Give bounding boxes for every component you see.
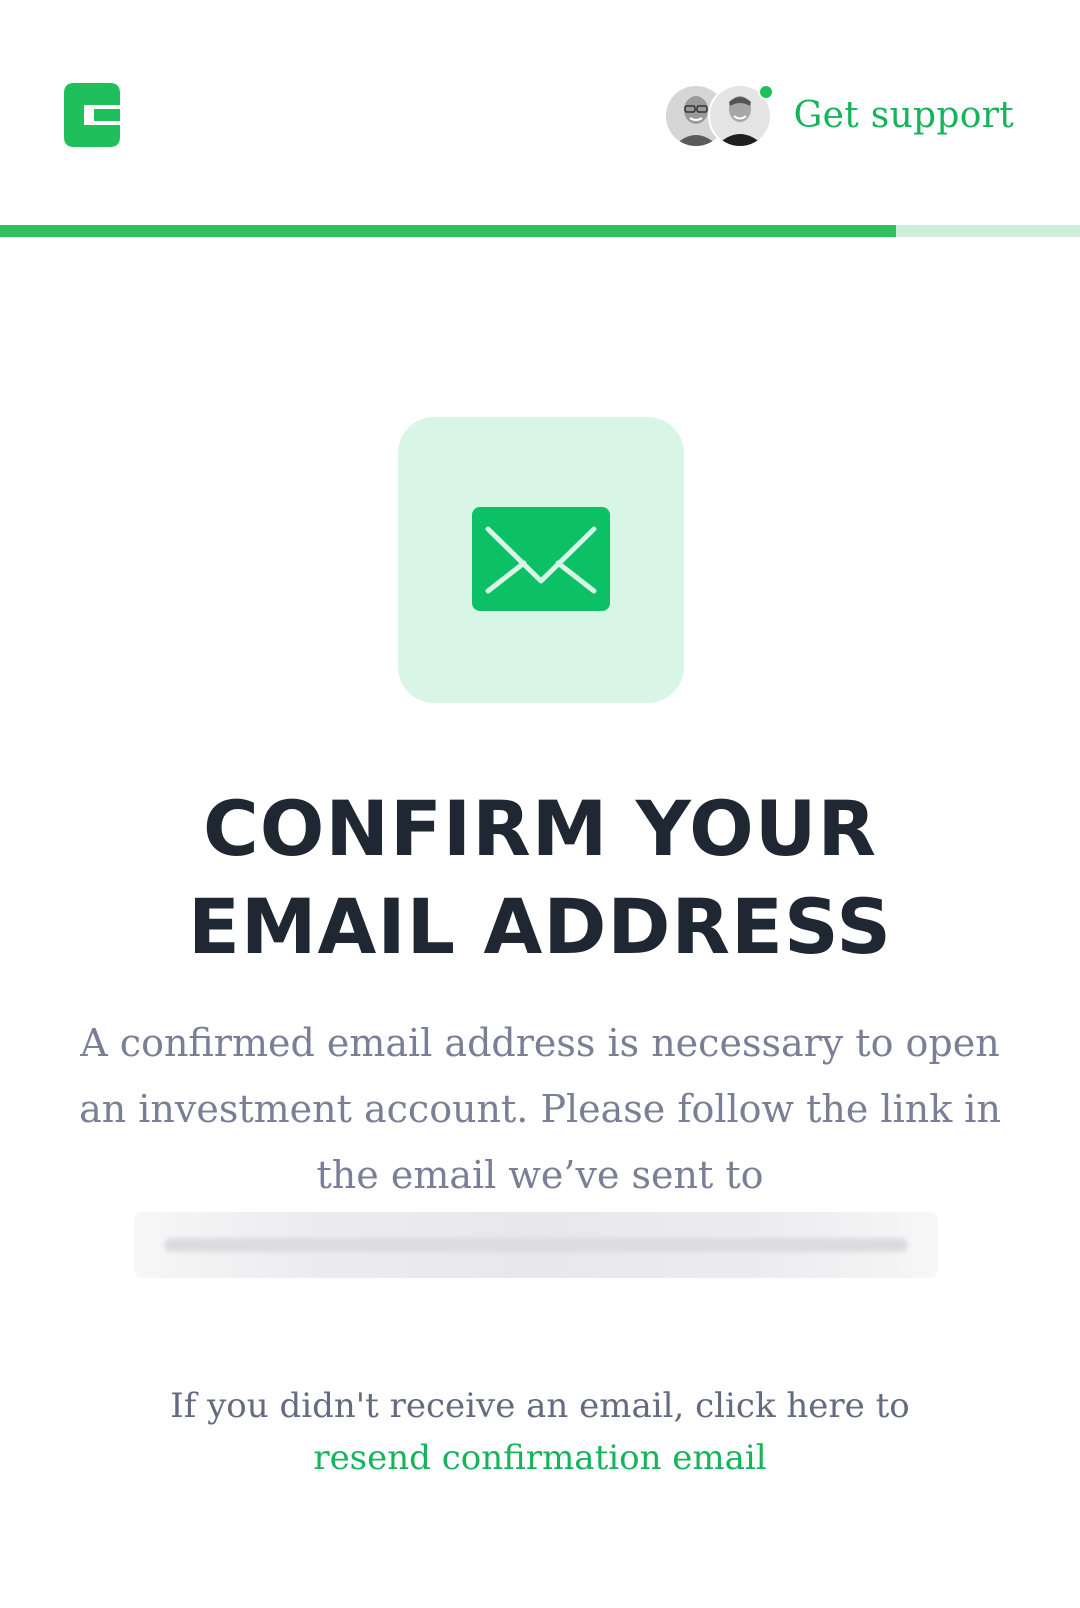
- envelope-icon: [472, 507, 610, 611]
- progress-bar: [0, 225, 1080, 237]
- get-support-link[interactable]: Get support: [663, 84, 1014, 148]
- redacted-email-address: [134, 1212, 938, 1278]
- email-icon-tile: [398, 417, 684, 703]
- online-status-dot: [757, 84, 774, 100]
- resend-prompt: If you didn't receive an email, click he…: [60, 1380, 1020, 1484]
- page-title: CONFIRM YOUR EMAIL ADDRESS: [187, 784, 892, 971]
- progress-bar-fill: [0, 225, 897, 237]
- support-avatars: [663, 84, 774, 148]
- resend-prompt-text: If you didn't receive an email, click he…: [170, 1386, 910, 1426]
- get-support-label[interactable]: Get support: [794, 95, 1014, 136]
- confirmation-description: A confirmed email address is necessary t…: [79, 1021, 1001, 1197]
- brand-logo[interactable]: [64, 83, 120, 147]
- top-header: Get support: [0, 0, 1080, 225]
- resend-confirmation-link[interactable]: resend confirmation email: [313, 1438, 766, 1478]
